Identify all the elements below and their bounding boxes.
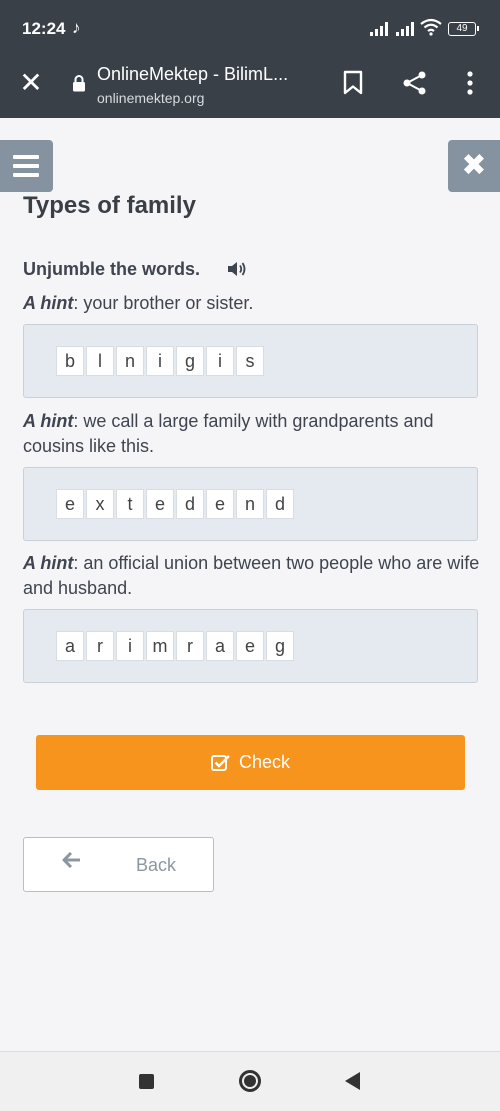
letter-tile[interactable]: e: [56, 489, 84, 519]
signal-icon-2: [396, 22, 416, 36]
close-exercise-button[interactable]: ✖: [448, 140, 500, 192]
letter-tile[interactable]: r: [176, 631, 204, 661]
answer-box-2[interactable]: e x t e d e n d: [23, 467, 478, 541]
letter-tile[interactable]: e: [206, 489, 234, 519]
recents-icon[interactable]: [139, 1074, 154, 1089]
letter-tile[interactable]: d: [176, 489, 204, 519]
letter-tile[interactable]: e: [236, 631, 264, 661]
arrow-left-icon: [62, 852, 80, 868]
check-button[interactable]: Check: [36, 735, 465, 790]
answer-box-3[interactable]: a r i m r a e g: [23, 609, 478, 683]
hint-label: A hint: [23, 411, 74, 431]
letter-tiles-2: e x t e d e n d: [56, 489, 296, 519]
page-url: onlinemektep.org: [97, 90, 205, 106]
hint-body: : your brother or sister.: [73, 293, 254, 313]
home-icon[interactable]: [239, 1070, 261, 1092]
letter-tile[interactable]: s: [236, 346, 264, 376]
android-nav-bar: [0, 1051, 500, 1111]
letter-tile[interactable]: x: [86, 489, 114, 519]
speaker-icon[interactable]: [227, 261, 247, 277]
hint-label: A hint: [23, 553, 74, 573]
letter-tile[interactable]: i: [146, 346, 174, 376]
more-vert-icon[interactable]: [466, 70, 474, 96]
answer-box-1[interactable]: b l n i g i s: [23, 324, 478, 398]
checkbox-icon: [210, 754, 230, 771]
letter-tile[interactable]: i: [116, 631, 144, 661]
back-button-label: Back: [136, 855, 177, 875]
status-bar: 12:24 ♪ 49: [0, 0, 500, 50]
hamburger-menu-button[interactable]: [0, 140, 53, 192]
wifi-icon: [420, 18, 442, 36]
page-tab-title: OnlineMektep - BilimL...: [97, 64, 289, 84]
letter-tile[interactable]: m: [146, 631, 174, 661]
tiktok-notification-icon: ♪: [72, 18, 81, 37]
hint-body: : an official union between two people w…: [23, 553, 480, 598]
bookmark-icon[interactable]: [342, 70, 364, 96]
letter-tile[interactable]: e: [146, 489, 174, 519]
status-time: 12:24: [22, 19, 66, 38]
lock-icon: [73, 75, 85, 92]
hint-text-3: A hint: an official union between two pe…: [23, 551, 483, 601]
hint-text-2: A hint: we call a large family with gran…: [23, 409, 483, 459]
hint-label: A hint: [23, 293, 74, 313]
close-icon[interactable]: ✕: [16, 68, 46, 98]
signal-icon: [370, 22, 390, 36]
share-icon[interactable]: [402, 70, 428, 96]
letter-tiles-1: b l n i g i s: [56, 346, 266, 376]
letter-tile[interactable]: a: [206, 631, 234, 661]
letter-tile[interactable]: l: [86, 346, 114, 376]
letter-tile[interactable]: t: [116, 489, 144, 519]
hint-body: : we call a large family with grandparen…: [23, 411, 434, 456]
letter-tile[interactable]: n: [116, 346, 144, 376]
letter-tile[interactable]: i: [206, 346, 234, 376]
letter-tile[interactable]: g: [266, 631, 294, 661]
back-button[interactable]: Back: [23, 837, 214, 892]
letter-tile[interactable]: n: [236, 489, 264, 519]
instruction-text: Unjumble the words.: [23, 259, 201, 279]
hint-text-1: A hint: your brother or sister.: [23, 291, 483, 316]
letter-tile[interactable]: a: [56, 631, 84, 661]
browser-topbar: 12:24 ♪ 49 ✕ OnlineMektep - BilimL... on…: [0, 0, 500, 118]
nav-back-icon[interactable]: [345, 1072, 360, 1090]
battery-indicator: 49: [448, 22, 479, 36]
letter-tile[interactable]: d: [266, 489, 294, 519]
letter-tile[interactable]: b: [56, 346, 84, 376]
check-button-label: Check: [238, 752, 291, 772]
letter-tile[interactable]: r: [86, 631, 114, 661]
letter-tiles-3: a r i m r a e g: [56, 631, 296, 661]
page-title: Types of family: [23, 192, 196, 219]
letter-tile[interactable]: g: [176, 346, 204, 376]
